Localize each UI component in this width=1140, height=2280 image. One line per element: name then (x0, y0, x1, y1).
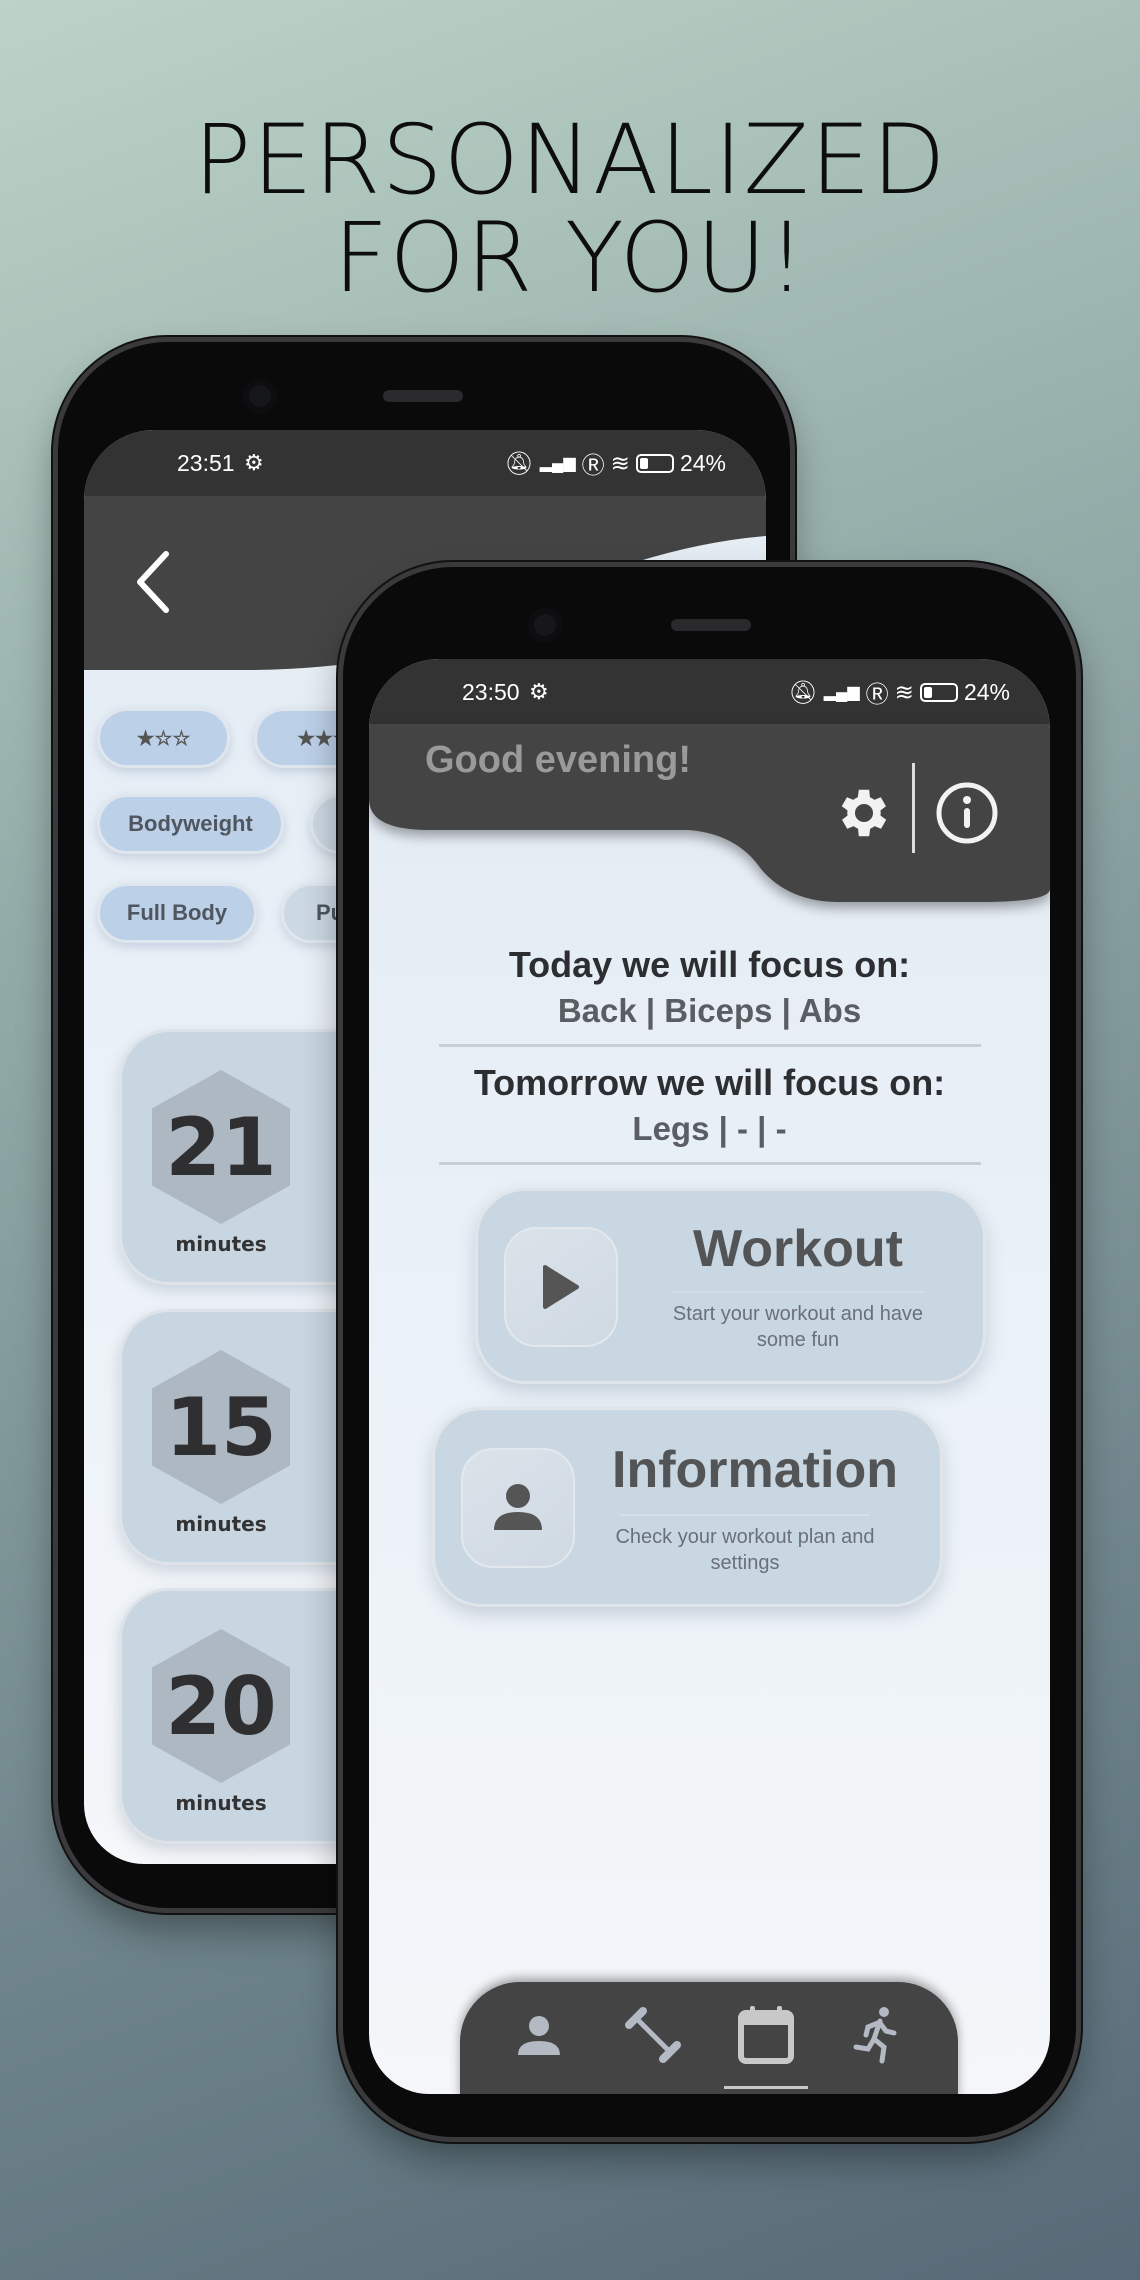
tomorrow-muscles: Legs | - | - (632, 1110, 787, 1147)
wifi-icon: ≋ (610, 449, 630, 476)
today-focus: Today we will focus on: Back | Biceps | … (369, 944, 1050, 1030)
today-muscles: Back | Biceps | Abs (557, 992, 862, 1029)
divider (439, 1044, 981, 1047)
bell-off-icon: 🔕︎ (788, 678, 818, 705)
difficulty-chip-1[interactable]: ★☆☆ (97, 708, 230, 768)
status-time: 23:51 (177, 450, 235, 476)
camera (528, 608, 562, 642)
header-divider (912, 763, 915, 853)
dumbbell-icon (625, 2007, 681, 2063)
person-icon (494, 1484, 542, 1530)
tomorrow-focus: Tomorrow we will focus on: Legs | - | - (369, 1062, 1050, 1148)
active-tab-indicator (724, 2086, 808, 2089)
back-button[interactable] (134, 550, 174, 614)
today-heading: Today we will focus on: (508, 944, 911, 985)
gear-icon[interactable] (833, 782, 895, 844)
nav-exercises[interactable] (618, 2000, 688, 2070)
settings-icon: ⚙ (529, 679, 549, 704)
equipment-chip-bodyweight[interactable]: Bodyweight (97, 794, 284, 854)
headline-line2: FOR YOU! (333, 202, 807, 314)
type-chip-full-body[interactable]: Full Body (97, 883, 257, 943)
battery-percent: 24% (679, 449, 726, 476)
person-icon (518, 2016, 560, 2055)
battery-percent: 24% (963, 678, 1010, 705)
roaming-icon: Ⓡ (581, 452, 605, 478)
signal-icon: ▂▄▆ (823, 684, 860, 701)
headline-line1: PERSONALIZED (193, 104, 947, 216)
bottom-nav (460, 1982, 958, 2094)
camera (243, 379, 277, 413)
nav-profile[interactable] (504, 2000, 574, 2070)
tomorrow-heading: Tomorrow we will focus on: (473, 1062, 946, 1103)
information-card[interactable]: Information Check your workout plan and … (432, 1407, 943, 1607)
workout-card[interactable]: Workout Start your workout and have some… (475, 1188, 986, 1384)
status-bar: 23:50 ⚙ 🔕︎ ▂▄▆ Ⓡ ≋ 24% (369, 659, 1050, 725)
duration-unit: minutes (175, 1232, 267, 1256)
status-icons: 🔕︎ ▂▄▆ Ⓡ ≋ 24% (505, 446, 726, 480)
person-icon-box (461, 1448, 575, 1568)
status-time: 23:50 (462, 679, 520, 705)
wifi-icon: ≋ (894, 678, 914, 705)
card-subtitle: Start your workout and have some fun (672, 1303, 924, 1351)
status-bar: 23:51 ⚙ 🔕︎ ▂▄▆ Ⓡ ≋ 24% (84, 430, 766, 496)
battery-icon (635, 453, 674, 473)
duration-badge: 20 (152, 1629, 290, 1783)
front-screen: 23:50 ⚙ 🔕︎ ▂▄▆ Ⓡ ≋ 24% Good evening! Tod… (369, 659, 1050, 2094)
bell-off-icon: 🔕︎ (504, 449, 534, 476)
speaker (671, 619, 751, 631)
card-title: Information (612, 1441, 898, 1499)
card-title: Workout (693, 1220, 903, 1278)
calendar-icon (738, 2006, 794, 2064)
nav-activity[interactable] (842, 2000, 912, 2070)
card-divider (620, 1514, 870, 1516)
play-icon (543, 1265, 579, 1309)
duration-unit: minutes (175, 1512, 267, 1536)
duration-badge: 15 (152, 1350, 290, 1504)
speaker (383, 390, 463, 402)
running-icon (853, 2007, 897, 2064)
info-icon[interactable] (935, 781, 999, 845)
battery-icon (919, 682, 958, 702)
front-phone: 23:50 ⚙ 🔕︎ ▂▄▆ Ⓡ ≋ 24% Good evening! Tod… (343, 567, 1076, 2137)
settings-icon: ⚙ (244, 450, 264, 475)
signal-icon: ▂▄▆ (539, 455, 576, 472)
status-icons: 🔕︎ ▂▄▆ Ⓡ ≋ 24% (789, 675, 1010, 709)
card-subtitle: Check your workout plan and settings (615, 1526, 875, 1574)
roaming-icon: Ⓡ (865, 681, 889, 707)
duration-badge: 21 (152, 1070, 290, 1224)
nav-calendar[interactable] (731, 2000, 801, 2070)
card-divider (673, 1291, 923, 1293)
greeting: Good evening! (425, 739, 691, 781)
divider (439, 1162, 981, 1165)
duration-unit: minutes (175, 1791, 267, 1815)
play-icon-box (504, 1227, 618, 1347)
